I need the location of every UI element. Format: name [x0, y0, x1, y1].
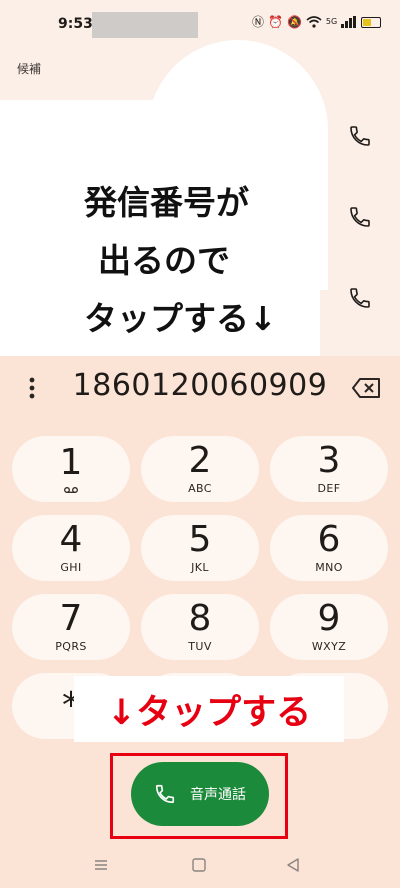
annotation-text: 発信番号が 出るので タップする↓ — [84, 174, 314, 348]
key-letters: ABC — [188, 482, 212, 495]
backspace-icon[interactable] — [352, 376, 382, 400]
key-digit: 9 — [317, 598, 341, 639]
menu-nav-icon[interactable] — [92, 856, 110, 874]
key-letters: PQRS — [55, 640, 87, 653]
suggestion-call-icon[interactable] — [348, 124, 372, 148]
annotation-line: タップする↓ — [84, 299, 277, 338]
redacted-area — [92, 12, 198, 38]
mute-icon: 🔕 — [286, 15, 302, 29]
suggestion-call-icon[interactable] — [348, 205, 372, 229]
key-5[interactable]: 5 JKL — [141, 515, 259, 581]
battery-icon — [361, 16, 382, 28]
key-letters: GHI — [60, 561, 82, 574]
back-nav-icon[interactable] — [284, 856, 302, 874]
key-2[interactable]: 2 ABC — [141, 436, 259, 502]
wifi-icon — [306, 16, 322, 28]
dialed-number: 1860120060909 — [72, 368, 328, 403]
voicemail-icon — [64, 487, 78, 493]
annotation-red-box: ↓タップする — [74, 676, 344, 742]
key-7[interactable]: 7 PQRS — [12, 594, 130, 660]
key-letters: TUV — [188, 640, 212, 653]
voice-call-button[interactable]: 音声通話 — [131, 762, 269, 826]
annotation-line: 発信番号が — [84, 183, 249, 222]
home-nav-icon[interactable] — [190, 856, 208, 874]
key-8[interactable]: 8 TUV — [141, 594, 259, 660]
key-3[interactable]: 3 DEF — [270, 436, 388, 502]
key-digit: 7 — [59, 598, 83, 639]
status-icons: Ⓝ ⏰ 🔕 5G — [252, 14, 382, 30]
key-digit: 2 — [188, 440, 212, 481]
annotation-red-text: ↓タップする — [106, 692, 312, 733]
key-letters: DEF — [317, 482, 341, 495]
status-time: 9:53 — [58, 16, 93, 32]
suggestions-label: 候補 — [17, 62, 42, 76]
annotation-line: 出るので — [98, 241, 230, 280]
key-digit: 5 — [188, 519, 212, 560]
signal-icon — [341, 16, 357, 28]
key-digit: 8 — [188, 598, 212, 639]
alarm-icon: ⏰ — [268, 15, 283, 29]
key-letters: MNO — [315, 561, 343, 574]
nfc-icon: Ⓝ — [252, 15, 265, 29]
voice-call-label: 音声通話 — [190, 787, 246, 803]
key-digit: 1 — [59, 442, 83, 483]
key-digit: 6 — [317, 519, 341, 560]
key-9[interactable]: 9 WXYZ — [270, 594, 388, 660]
key-digit: 4 — [59, 519, 83, 560]
network-label: 5G — [325, 17, 338, 26]
phone-icon — [155, 784, 175, 804]
key-4[interactable]: 4 GHI — [12, 515, 130, 581]
key-1[interactable]: 1 — [12, 436, 130, 502]
key-letters: WXYZ — [311, 640, 347, 653]
key-6[interactable]: 6 MNO — [270, 515, 388, 581]
suggestion-call-icon[interactable] — [348, 286, 372, 310]
key-letters: JKL — [191, 561, 209, 574]
key-digit: 3 — [317, 440, 341, 481]
